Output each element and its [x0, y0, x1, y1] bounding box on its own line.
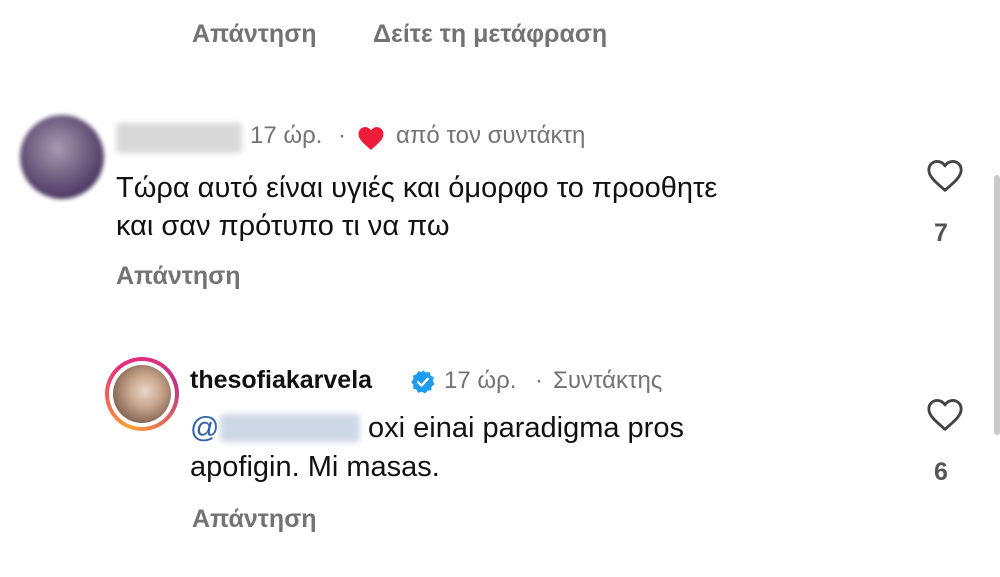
- reply-link-top[interactable]: Απάντηση: [192, 20, 317, 49]
- verified-badge-icon: [411, 370, 435, 394]
- comment-time: 17 ώρ.: [250, 122, 323, 149]
- see-translation-link[interactable]: Δείτε τη μετάφραση: [373, 20, 607, 49]
- reply-link[interactable]: Απάντηση: [116, 262, 241, 291]
- username-redacted[interactable]: [116, 123, 242, 153]
- like-count: 7: [934, 219, 948, 247]
- comment-text-line-1: Τώρα αυτό είναι υγιές και όμορφο το προο…: [116, 172, 718, 204]
- heart-outline-icon[interactable]: [926, 158, 964, 194]
- avatar[interactable]: [20, 115, 104, 199]
- comment-text-line-2: apofigin. Mi masas.: [190, 451, 440, 483]
- comment-text-line-1: oxi einai paradigma pros: [368, 412, 684, 444]
- mention-at[interactable]: @: [190, 408, 219, 448]
- comment-time: 17 ώρ.: [444, 367, 517, 394]
- mention-username-redacted[interactable]: [220, 414, 360, 442]
- heart-outline-icon[interactable]: [926, 397, 964, 433]
- meta-separator: ·: [535, 367, 543, 394]
- like-count: 6: [934, 458, 948, 486]
- comment-text-line-2: και σαν πρότυπο τι να πω: [116, 210, 450, 242]
- comment-2: thesofiakarvela 17 ώρ. · Συντάκτης @ oxi…: [0, 350, 1000, 577]
- heart-filled-icon: [358, 127, 384, 150]
- reply-link[interactable]: Απάντηση: [192, 505, 317, 534]
- liked-by-author-label: από τον συντάκτη: [396, 122, 586, 149]
- meta-separator: ·: [338, 122, 346, 149]
- avatar: [113, 365, 171, 423]
- username[interactable]: thesofiakarvela: [190, 366, 372, 395]
- comment-1: 17 ώρ. · από τον συντάκτη Τώρα αυτό είνα…: [0, 100, 1000, 300]
- scrollbar[interactable]: [994, 175, 1000, 435]
- author-role-label: Συντάκτης: [553, 367, 663, 394]
- avatar-story-ring[interactable]: [105, 357, 179, 431]
